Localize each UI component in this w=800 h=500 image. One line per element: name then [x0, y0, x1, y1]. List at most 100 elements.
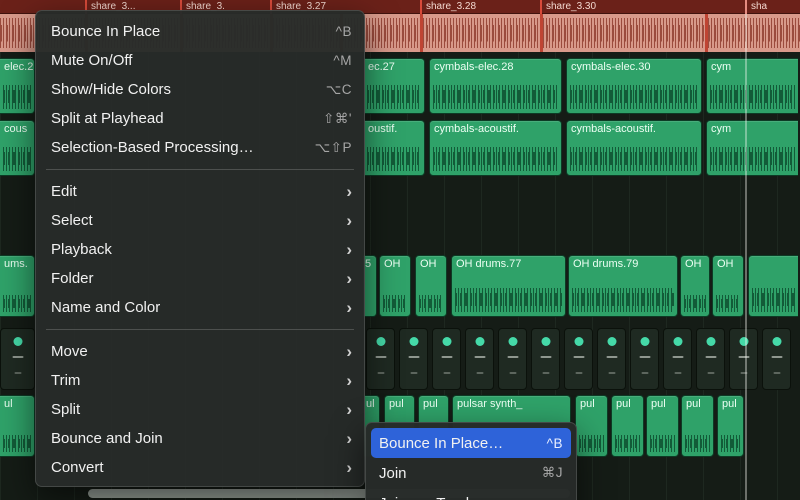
region-name: elec.2 [4, 61, 34, 73]
region-name: oustif. [368, 123, 398, 135]
audio-region[interactable]: cym [706, 58, 798, 114]
dash-mark [771, 356, 782, 358]
chevron-right-icon [346, 183, 352, 200]
step-cell[interactable] [762, 328, 791, 390]
step-cell[interactable] [465, 328, 494, 390]
region-name: cous [4, 123, 28, 135]
step-cell[interactable] [498, 328, 527, 390]
dash-mark [707, 372, 714, 374]
menu-item-convert[interactable]: Convert [36, 453, 364, 482]
menu-item-edit[interactable]: Edit [36, 177, 364, 206]
menu-item-label: Playback [51, 241, 112, 258]
menu-item-move[interactable]: Move [36, 337, 364, 366]
waveform [572, 288, 674, 312]
menu-item-bounce-in-place[interactable]: Bounce In Place ^B [36, 17, 364, 46]
waveform [433, 147, 558, 171]
menu-item-label: Trim [51, 372, 81, 389]
chevron-right-icon [346, 430, 352, 447]
menu-item-select[interactable]: Select [36, 206, 364, 235]
menu-item-mute-on-off[interactable]: Mute On/Off ^M [36, 46, 364, 75]
region-cymbals-acoustic[interactable]: cymbals-acoustif. [566, 120, 702, 176]
waveform [3, 147, 31, 171]
region-boundary [705, 14, 708, 52]
chevron-right-icon [346, 401, 352, 418]
region-name: ul [4, 398, 13, 410]
region-cymbals-elec-28[interactable]: cymbals-elec.28 [429, 58, 562, 114]
waveform [433, 85, 558, 109]
menu-item-split-at-playhead[interactable]: Split at Playhead ⇧⌘' [36, 104, 364, 133]
audio-region[interactable]: elec.2 [0, 58, 35, 114]
audio-region[interactable]: OH [712, 255, 744, 317]
dash-mark [573, 356, 584, 358]
menu-item-name-and-color[interactable]: Name and Color [36, 293, 364, 322]
region-cymbals-elec-30[interactable]: cymbals-elec.30 [566, 58, 702, 114]
audio-region[interactable]: OH [379, 255, 411, 317]
region-oh-drums-77[interactable]: OH drums.77 [451, 255, 566, 317]
dash-mark [674, 372, 681, 374]
menu-item-playback[interactable]: Playback [36, 235, 364, 264]
step-cell[interactable] [729, 328, 758, 390]
audio-region[interactable]: pul [575, 395, 608, 457]
menu-item-split[interactable]: Split [36, 395, 364, 424]
region-oh-drums-79[interactable]: OH drums.79 [568, 255, 678, 317]
region-cymbals-acoustic[interactable]: cymbals-acoustif. [429, 120, 562, 176]
step-cell[interactable] [399, 328, 428, 390]
audio-region[interactable]: cous [0, 120, 35, 176]
menu-item-label: Mute On/Off [51, 52, 133, 69]
menu-item-folder[interactable]: Folder [36, 264, 364, 293]
step-cell[interactable] [0, 328, 35, 390]
region-tab[interactable]: share_3.30 [540, 0, 705, 14]
menu-item-show-hide-colors[interactable]: Show/Hide Colors ⌥C [36, 75, 364, 104]
submenu-item-join[interactable]: Join ⌘J [371, 458, 571, 488]
region-name: OH [685, 258, 702, 270]
note-dot-icon [706, 337, 715, 346]
audio-region[interactable]: ums. [0, 255, 35, 317]
dash-mark [377, 372, 384, 374]
step-cell[interactable] [597, 328, 626, 390]
region-name: OH [717, 258, 734, 270]
menu-separator [46, 329, 354, 330]
region-name: pul [580, 398, 595, 410]
step-cell[interactable] [531, 328, 560, 390]
audio-region[interactable]: ul [0, 395, 35, 457]
menu-item-label: Folder [51, 270, 94, 287]
step-cell[interactable] [696, 328, 725, 390]
menu-item-trim[interactable]: Trim [36, 366, 364, 395]
region-boundary [540, 14, 543, 52]
menu-item-shortcut: ^B [335, 24, 352, 39]
step-cell[interactable] [432, 328, 461, 390]
audio-region[interactable]: 5 [363, 255, 377, 317]
dash-mark [441, 356, 452, 358]
audio-region[interactable]: pul [681, 395, 714, 457]
region-tab[interactable]: sha [745, 0, 800, 14]
waveform [3, 295, 31, 312]
region-name: ec.27 [368, 61, 395, 73]
audio-region[interactable]: pul [646, 395, 679, 457]
menu-item-label: Join [379, 464, 407, 482]
audio-region[interactable] [748, 255, 798, 317]
audio-region[interactable]: pul [611, 395, 644, 457]
audio-region[interactable]: cym [706, 120, 798, 176]
region-tab[interactable]: share_3.28 [420, 0, 540, 14]
note-dot-icon [508, 337, 517, 346]
step-cell[interactable] [366, 328, 395, 390]
audio-region[interactable]: pul [717, 395, 744, 457]
menu-item-label: Split at Playhead [51, 110, 164, 127]
audio-region[interactable]: OH [415, 255, 447, 317]
submenu-item-join-per-track[interactable]: Join per Track [371, 488, 571, 500]
region-name: ums. [4, 258, 28, 270]
step-cell[interactable] [564, 328, 593, 390]
audio-region[interactable]: oustif. [364, 120, 425, 176]
note-dot-icon [409, 337, 418, 346]
audio-region[interactable]: ec.27 [364, 58, 425, 114]
region-name: ul [366, 398, 375, 410]
audio-region[interactable]: OH [680, 255, 710, 317]
waveform [650, 435, 675, 452]
dash-mark [410, 372, 417, 374]
step-cell[interactable] [663, 328, 692, 390]
dash-mark [639, 356, 650, 358]
menu-item-bounce-and-join[interactable]: Bounce and Join [36, 424, 364, 453]
submenu-item-bounce-in-place[interactable]: Bounce In Place… ^B [371, 428, 571, 458]
step-cell[interactable] [630, 328, 659, 390]
menu-item-selection-based-processing[interactable]: Selection-Based Processing… ⌥⇧P [36, 133, 364, 162]
